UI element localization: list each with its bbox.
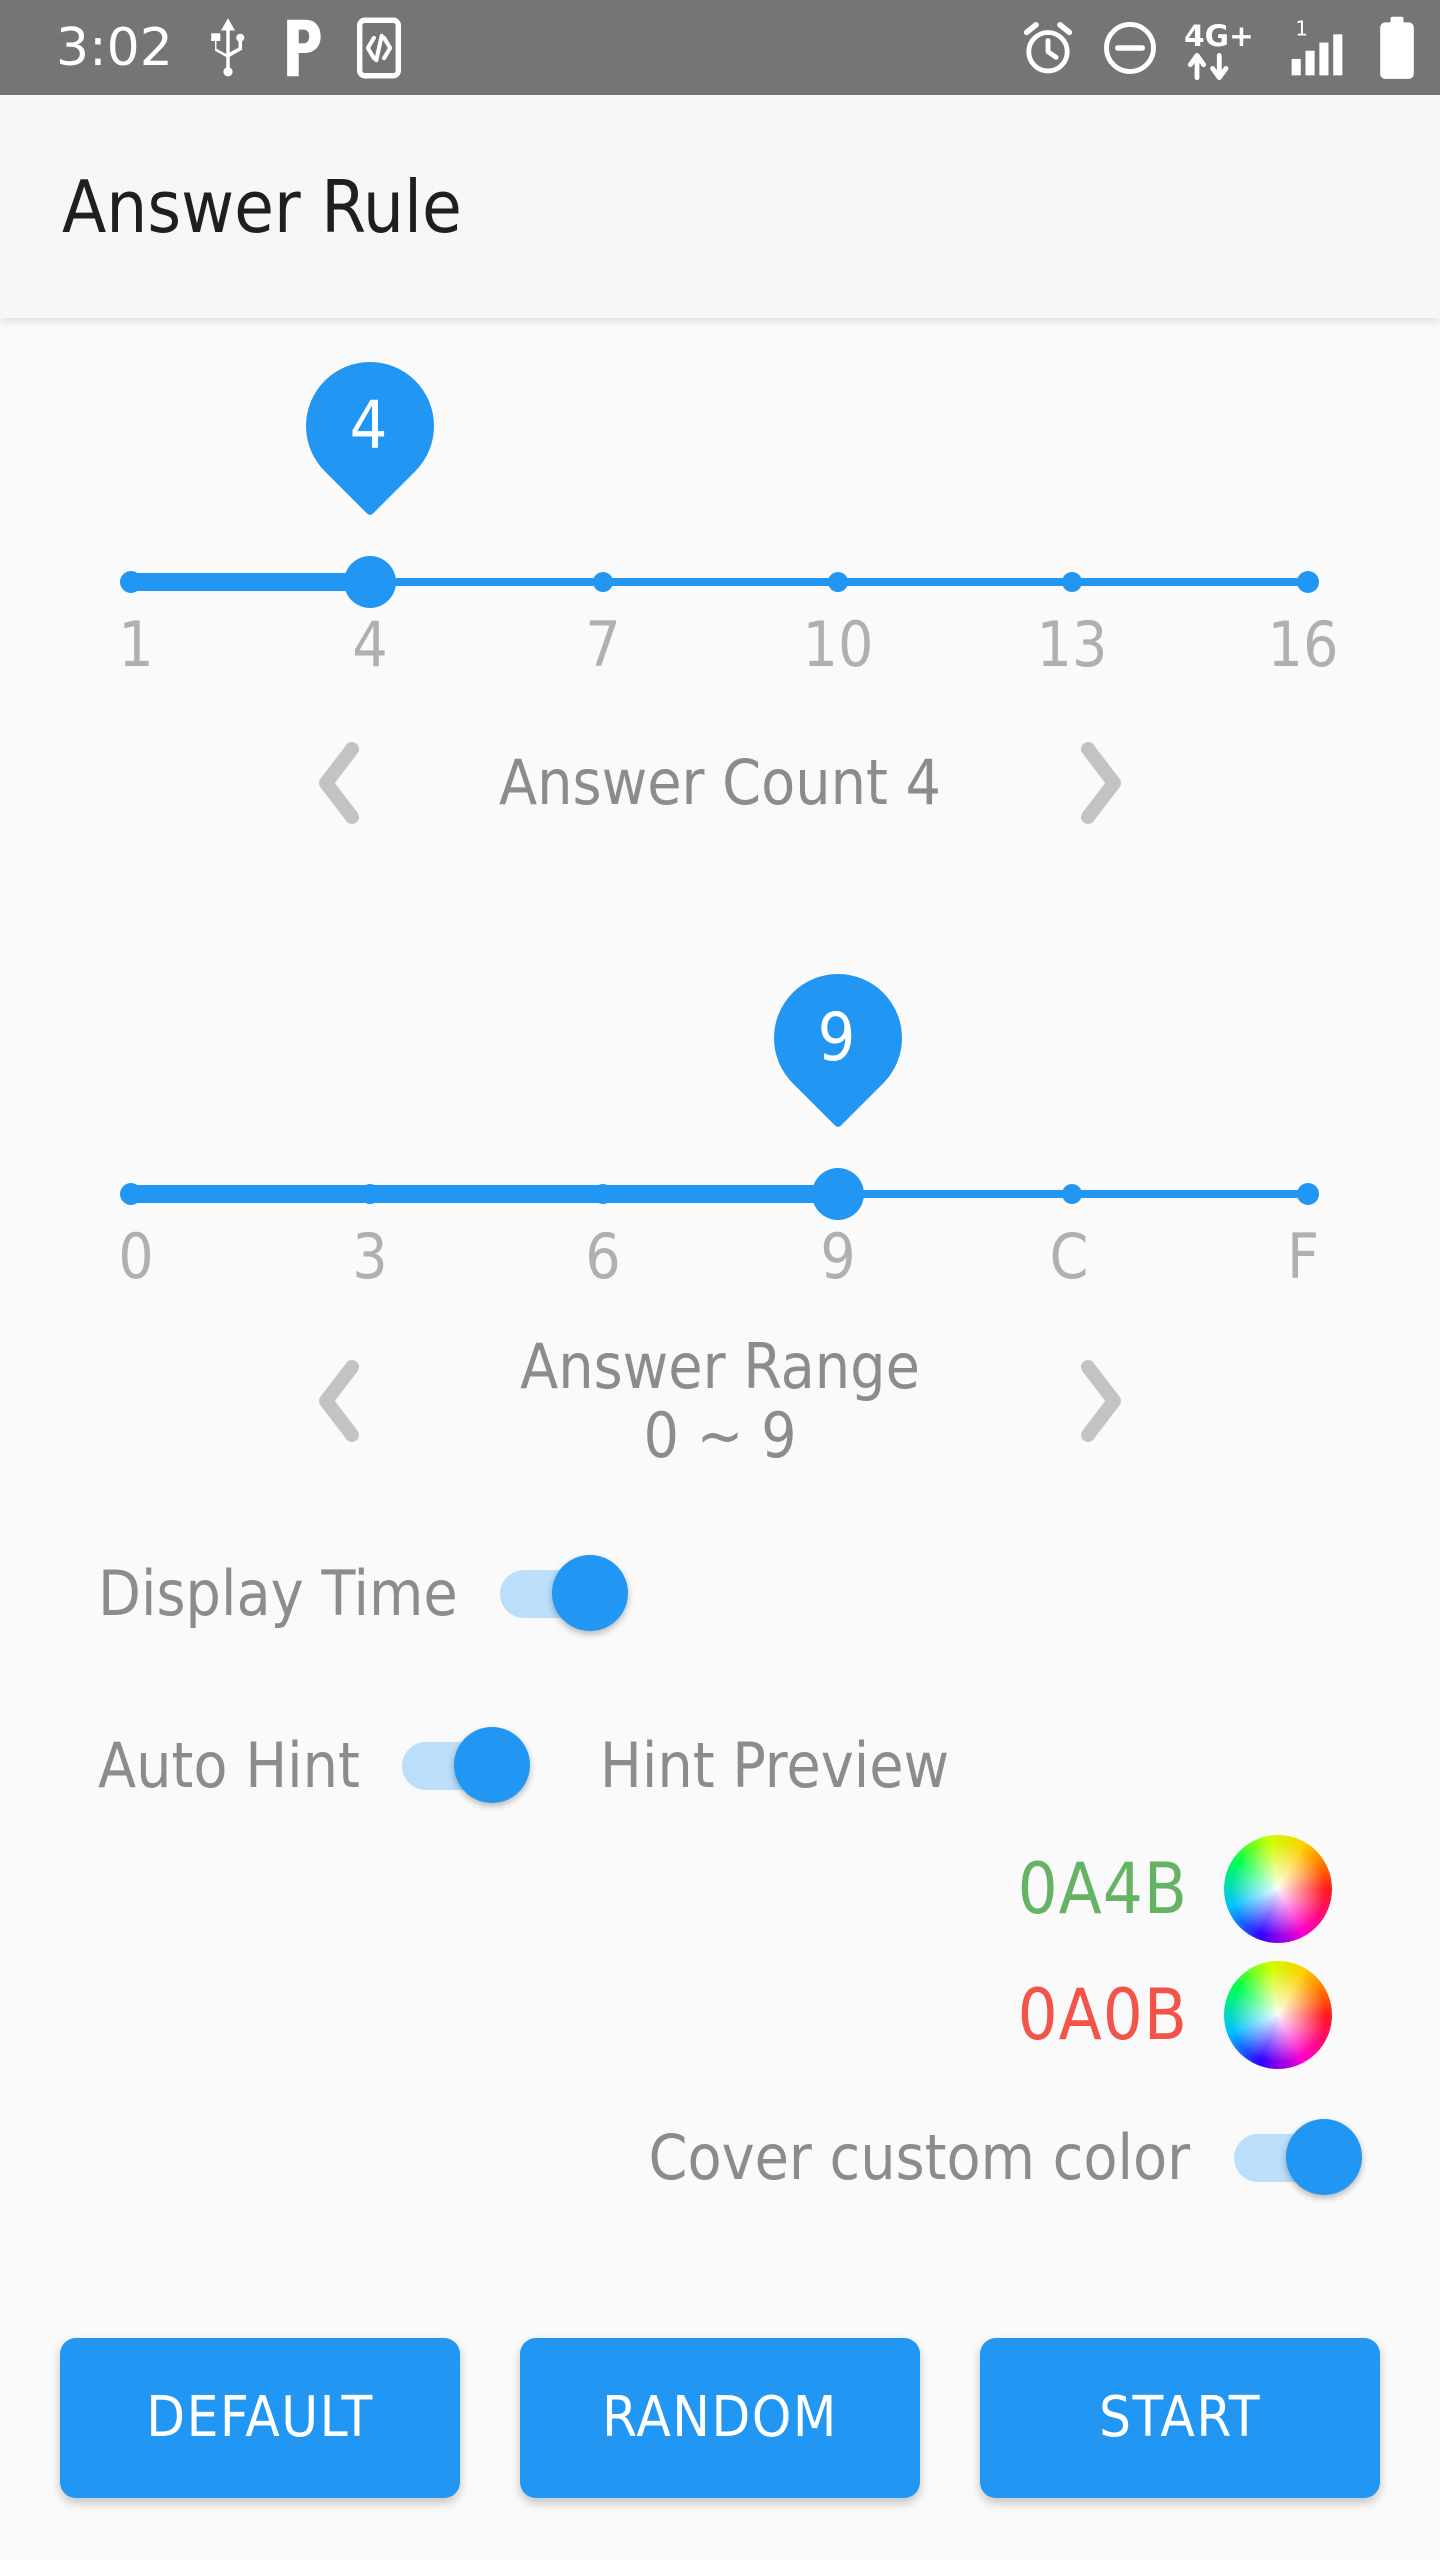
answer-count-next-button[interactable]	[1040, 728, 1160, 838]
answer-range-stepper-title: Answer Range	[520, 1330, 920, 1403]
usb-icon	[210, 17, 245, 76]
answer-range-label-2: 6	[585, 1220, 621, 1293]
cover-custom-color-row: Cover custom color	[0, 2113, 1440, 2203]
answer-count-bubble-value: 4	[349, 387, 388, 464]
signal-bars-icon: 1	[1291, 16, 1343, 75]
settings-content: 4 1 4 7 10 13 16 Answer Count 4 9 0 3 6 …	[0, 318, 1440, 2560]
answer-count-label-0: 1	[118, 608, 154, 681]
answer-range-stepper-label: Answer Range 0 ~ 9	[400, 1332, 1040, 1471]
hint-preview-item: 0A4B	[0, 1834, 1332, 1943]
network-4g-plus-icon: 4G+	[1184, 19, 1254, 80]
random-button-label: RANDOM	[602, 2385, 838, 2450]
hint-preview-title: Hint Preview	[599, 1728, 950, 1802]
answer-count-slider-block: 4 1 4 7 10 13 16 Answer Count 4	[0, 334, 1440, 838]
status-bar-left: 3:02	[56, 17, 401, 79]
answer-range-slider[interactable]	[0, 1166, 1440, 1222]
answer-range-label-4: C	[1049, 1220, 1089, 1293]
display-time-switch[interactable]	[499, 1549, 628, 1639]
answer-count-label-1: 4	[352, 608, 388, 681]
answer-count-tick-13[interactable]	[1062, 572, 1082, 592]
answer-count-stepper: Answer Count 4	[0, 728, 1440, 838]
answer-count-stepper-label: Answer Count 4	[499, 746, 941, 820]
auto-hint-switch[interactable]	[401, 1721, 530, 1811]
chevron-left-icon	[319, 1360, 359, 1443]
answer-count-tick-7[interactable]	[593, 572, 613, 592]
cover-custom-color-label: Cover custom color	[648, 2120, 1190, 2194]
answer-count-bubble-lane: 4	[0, 334, 1440, 554]
answer-range-tick-F[interactable]	[1297, 1183, 1319, 1205]
answer-count-tick-labels: 1 4 7 10 13 16	[0, 610, 1440, 706]
answer-count-value-bubble: 4	[279, 335, 461, 517]
status-bar-clock: 3:02	[56, 17, 173, 78]
answer-range-stepper-value: 0 ~ 9	[643, 1399, 797, 1473]
answer-count-label-5: 16	[1267, 608, 1339, 681]
random-button[interactable]: RANDOM	[520, 2338, 920, 2498]
answer-count-slider[interactable]	[0, 554, 1440, 610]
answer-range-label-1: 3	[352, 1220, 388, 1293]
answer-range-label-5: F	[1286, 1220, 1320, 1293]
answer-count-thumb[interactable]	[344, 556, 396, 608]
start-button[interactable]: START	[980, 2338, 1380, 2498]
pandora-p-icon	[286, 19, 321, 76]
answer-count-tick-16[interactable]	[1297, 571, 1319, 593]
answer-count-tick-1[interactable]	[120, 571, 142, 593]
hint-preview-item: 0A0B	[0, 1960, 1332, 2069]
hint-preview-code: 0A4B	[1017, 1847, 1188, 1930]
answer-count-label-3: 10	[802, 608, 874, 681]
chevron-left-icon	[319, 742, 359, 824]
svg-text:4G+: 4G+	[1184, 19, 1254, 54]
answer-count-tick-10[interactable]	[828, 572, 848, 592]
answer-range-tick-6[interactable]	[593, 1184, 613, 1204]
answer-range-tick-0[interactable]	[120, 1183, 142, 1205]
answer-range-label-0: 0	[118, 1220, 154, 1293]
auto-hint-row: Auto Hint Hint Preview	[0, 1721, 1440, 1811]
status-bar-right: 4G+ 1	[1020, 15, 1418, 81]
answer-range-slider-block: 9 0 3 6 9 C F Answer Range 0 ~ 9	[0, 946, 1440, 1471]
answer-range-tick-C[interactable]	[1062, 1184, 1082, 1204]
answer-range-prev-button[interactable]	[280, 1346, 400, 1456]
cover-custom-color-switch-thumb	[1286, 2118, 1362, 2195]
answer-range-thumb[interactable]	[812, 1168, 864, 1220]
phone-screen: 3:02 4G+ 1 Answer Rule 4 1 4 7 10 13 16 …	[0, 0, 1440, 2560]
answer-count-track-active	[130, 573, 370, 591]
battery-full-icon	[1380, 16, 1414, 79]
display-time-switch-thumb	[551, 1554, 628, 1631]
display-time-label: Display Time	[98, 1556, 458, 1630]
answer-range-bubble-lane: 9	[0, 946, 1440, 1166]
answer-count-label-4: 13	[1036, 608, 1108, 681]
answer-range-tick-3[interactable]	[360, 1184, 380, 1204]
alarm-icon	[1023, 21, 1073, 73]
svg-text:1: 1	[1295, 16, 1308, 40]
answer-range-value-bubble: 9	[747, 947, 929, 1129]
page-title: Answer Rule	[62, 164, 462, 249]
color-wheel-icon[interactable]	[1224, 1834, 1332, 1943]
start-button-label: START	[1098, 2385, 1262, 2450]
answer-range-track-active	[130, 1185, 838, 1203]
chevron-right-icon	[1081, 1360, 1121, 1443]
answer-range-tick-labels: 0 3 6 9 C F	[0, 1222, 1440, 1318]
status-bar: 3:02 4G+ 1	[0, 0, 1440, 95]
auto-hint-label: Auto Hint	[98, 1728, 360, 1802]
cover-custom-color-switch[interactable]	[1234, 2113, 1362, 2203]
answer-range-stepper: Answer Range 0 ~ 9	[0, 1332, 1440, 1471]
auto-hint-switch-thumb	[453, 1726, 530, 1803]
answer-range-bubble-value: 9	[817, 999, 856, 1076]
do-not-disturb-icon	[1104, 21, 1156, 74]
hint-preview-list: 0A4B 0A0B	[0, 1834, 1440, 2069]
color-wheel-icon[interactable]	[1224, 1960, 1332, 2069]
answer-range-label-3: 9	[820, 1220, 856, 1293]
default-button-label: DEFAULT	[146, 2385, 374, 2450]
developer-code-icon	[356, 17, 401, 78]
answer-count-prev-button[interactable]	[280, 728, 400, 838]
display-time-row: Display Time	[0, 1549, 1440, 1639]
answer-count-label-2: 7	[585, 608, 621, 681]
app-bar: Answer Rule	[0, 95, 1440, 318]
default-button[interactable]: DEFAULT	[60, 2338, 460, 2498]
action-button-row: DEFAULT RANDOM START	[0, 2338, 1440, 2498]
hint-preview-code: 0A0B	[1017, 1973, 1188, 2056]
chevron-right-icon	[1081, 742, 1121, 824]
answer-range-next-button[interactable]	[1040, 1346, 1160, 1456]
